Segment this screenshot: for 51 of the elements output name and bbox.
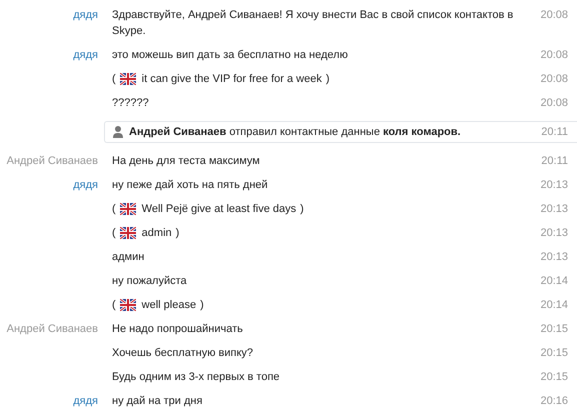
- message-text: Будь одним из 3-х первых в топе: [112, 370, 281, 385]
- uk-flag-icon: [120, 299, 136, 311]
- sender-name: Андрей Сиванаев: [6, 154, 98, 169]
- uk-flag-icon: [120, 203, 136, 215]
- parenthesis: (: [112, 202, 116, 217]
- message-time: 20:13: [540, 178, 569, 193]
- message-time: 20:13: [540, 226, 569, 241]
- message-time: 20:11: [541, 154, 569, 169]
- message-time: 20:15: [540, 346, 569, 361]
- translated-text: Well Pejë give at least five days: [142, 202, 296, 217]
- message-text: Хочешь бесплатную випку?: [112, 346, 254, 361]
- message-text: это можешь вип дать за бесплатно на неделю: [112, 48, 349, 63]
- message-time: 20:14: [540, 298, 569, 313]
- message-text: На день для теста максимум: [112, 154, 261, 169]
- parenthesis: (: [112, 226, 116, 241]
- sender-name: дядя: [73, 8, 98, 23]
- message-time: 20:08: [540, 96, 569, 111]
- message-text: ну пожалуйста: [112, 274, 188, 289]
- uk-flag-icon: [120, 73, 136, 85]
- parenthesis: (: [112, 298, 116, 313]
- message-time: 20:08: [540, 48, 569, 63]
- message-time: 20:14: [540, 274, 569, 289]
- translated-text: it can give the VIP for free for a week: [142, 72, 322, 87]
- uk-flag-icon: [120, 227, 136, 239]
- message-time: 20:13: [540, 202, 569, 217]
- parenthesis: ): [326, 72, 330, 87]
- sender-name: дядя: [73, 394, 98, 409]
- message-time: 20:16: [540, 394, 569, 409]
- message-text: админ: [112, 250, 146, 265]
- message-time: 20:15: [540, 322, 569, 337]
- person-icon: [113, 126, 123, 138]
- parenthesis: ): [300, 202, 304, 217]
- translated-text: admin: [142, 226, 172, 241]
- message-text: ну дай на три дня: [112, 394, 204, 409]
- sender-name: дядя: [73, 178, 98, 193]
- message-time: 20:13: [540, 250, 569, 265]
- message-text: Здравствуйте, Андрей Сиванаев! Я хочу внести Вас в свой список контактов в Skype.: [112, 8, 514, 39]
- message-time: 20:11: [541, 125, 568, 140]
- message-text: ??????: [112, 96, 150, 111]
- message-time: 20:08: [540, 72, 569, 87]
- parenthesis: ): [176, 226, 180, 241]
- parenthesis: (: [112, 72, 116, 87]
- sender-name: Андрей Сиванаев: [6, 322, 98, 337]
- parenthesis: ): [200, 298, 204, 313]
- message-time: 20:08: [540, 8, 569, 23]
- message-time: 20:15: [540, 370, 569, 385]
- message-text: Не надо попрошайничать: [112, 322, 244, 337]
- notice-text: Андрей Сиванаев отправил контактные данные коля комаров.: [129, 125, 462, 140]
- message-text: ну пеже дай хоть на пять дней: [112, 178, 269, 193]
- sender-name: дядя: [73, 48, 98, 63]
- translated-text: well please: [142, 298, 196, 313]
